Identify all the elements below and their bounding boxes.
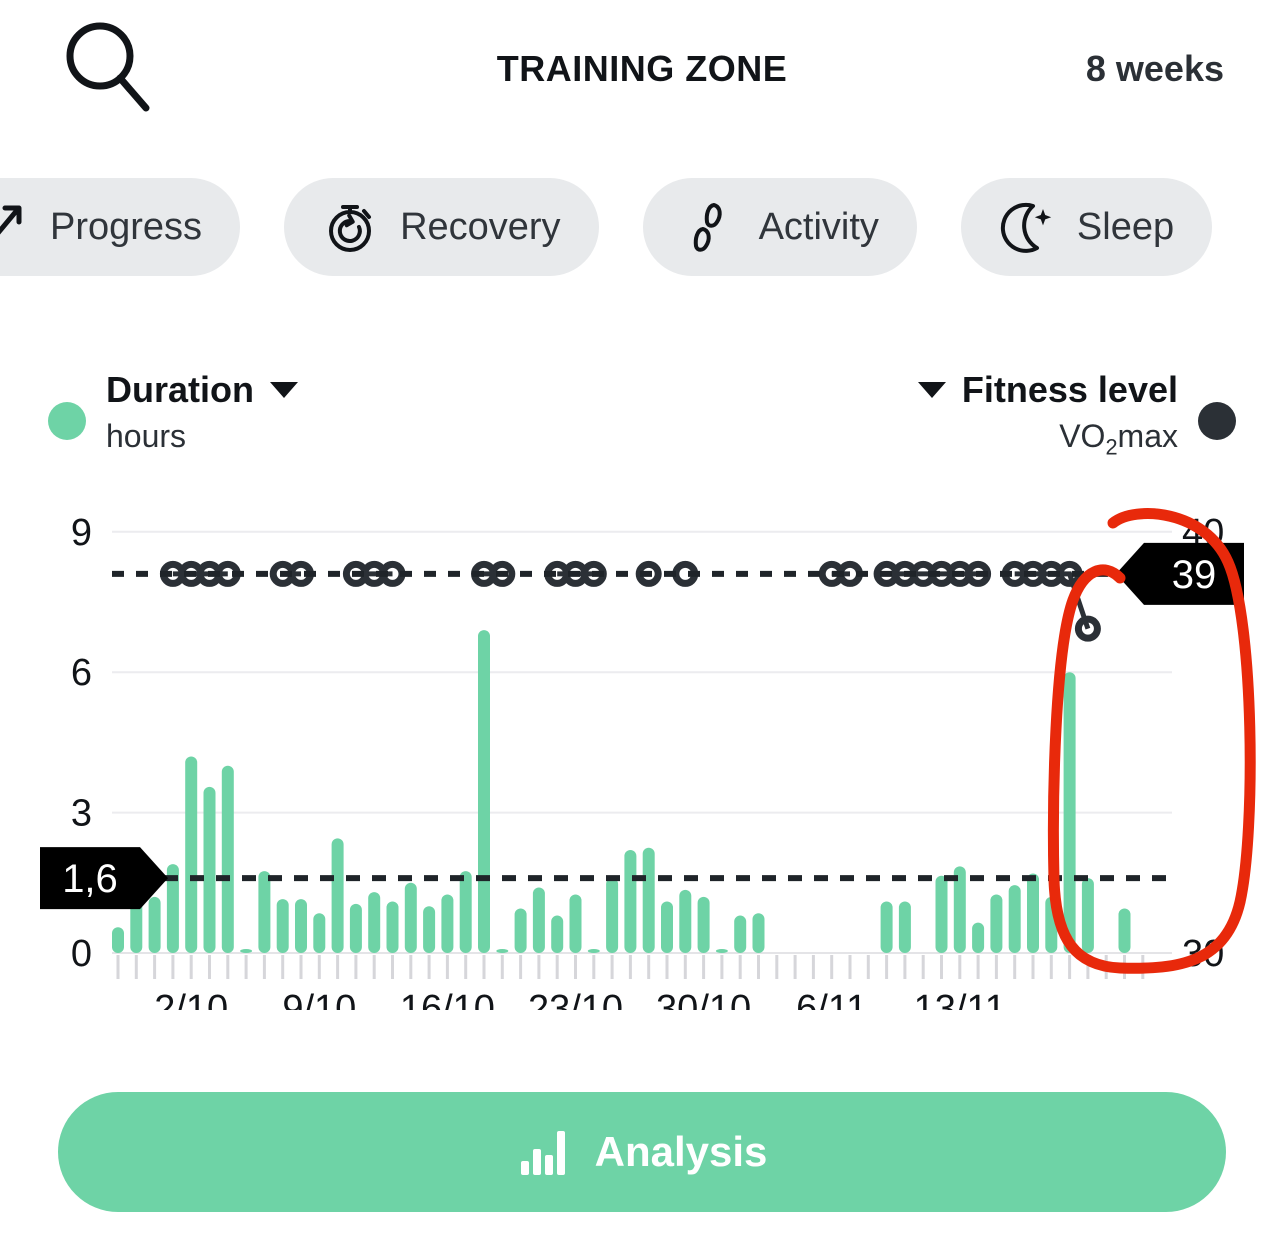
duration-bar[interactable] bbox=[295, 899, 307, 953]
legend-fitness-color-dot bbox=[1198, 402, 1236, 440]
duration-bar[interactable] bbox=[349, 903, 362, 953]
duration-bar[interactable] bbox=[972, 922, 985, 953]
duration-bar[interactable] bbox=[569, 894, 582, 954]
x-axis-tick-label: 30/10 bbox=[656, 988, 751, 1010]
duration-bar[interactable] bbox=[532, 887, 545, 953]
tab-recovery-label: Recovery bbox=[400, 205, 561, 248]
duration-bar[interactable] bbox=[606, 878, 619, 953]
duration-bar[interactable] bbox=[587, 949, 600, 953]
y-axis-left-tick: 3 bbox=[71, 793, 92, 835]
duration-bar[interactable] bbox=[514, 908, 527, 953]
svg-text:1,6: 1,6 bbox=[62, 857, 118, 901]
duration-bar[interactable] bbox=[185, 756, 198, 953]
tab-sleep[interactable]: Sleep bbox=[960, 178, 1213, 276]
x-axis-tick-label: 2/10 bbox=[154, 988, 228, 1010]
duration-bar[interactable] bbox=[404, 882, 417, 953]
duration-bar[interactable] bbox=[752, 913, 765, 953]
duration-bar[interactable] bbox=[935, 875, 948, 953]
legend-fitness-metric: Fitness level bbox=[961, 369, 1178, 410]
fitness-point-marker[interactable] bbox=[1074, 615, 1101, 642]
duration-bar[interactable] bbox=[642, 847, 655, 953]
legend-fitness-unit: VO2max bbox=[1059, 418, 1178, 460]
tab-progress[interactable]: Progress bbox=[0, 178, 241, 276]
x-axis-tick-label: 9/10 bbox=[282, 988, 356, 1010]
training-chart[interactable]: 0 3 6 9 30 40 1,6 39 2/10 9/10 16/10 23/10 30/10 6/11… bbox=[0, 500, 1284, 1010]
tab-recovery[interactable]: Recovery bbox=[284, 178, 599, 276]
y-axis-left-tick: 0 bbox=[71, 933, 92, 975]
duration-bar[interactable] bbox=[386, 901, 399, 953]
y-axis-left-tick: 9 bbox=[71, 512, 92, 554]
duration-bar[interactable] bbox=[368, 892, 381, 953]
duration-bar[interactable] bbox=[1118, 908, 1131, 953]
app-header: TRAINING ZONE 8 weeks bbox=[0, 0, 1284, 140]
duration-bar[interactable] bbox=[331, 838, 344, 953]
x-axis-tick-label: 6/11 bbox=[796, 988, 867, 1010]
duration-bar[interactable] bbox=[1081, 878, 1094, 953]
footsteps-icon bbox=[681, 199, 737, 255]
duration-bar[interactable] bbox=[1008, 885, 1021, 953]
legend-duration-metric: Duration bbox=[106, 369, 254, 410]
metric-tab-bar: Progress Recovery Activity Sleep bbox=[0, 178, 1213, 276]
trending-up-icon bbox=[0, 199, 28, 255]
duration-bar[interactable] bbox=[258, 871, 271, 953]
tab-activity-label: Activity bbox=[758, 205, 879, 248]
analysis-button-label: Analysis bbox=[594, 1128, 768, 1175]
duration-bar[interactable] bbox=[697, 896, 710, 953]
legend-duration-unit: hours bbox=[106, 418, 187, 454]
chevron-down-icon[interactable] bbox=[917, 382, 946, 398]
duration-bar[interactable] bbox=[679, 889, 692, 953]
tab-activity[interactable]: Activity bbox=[642, 178, 917, 276]
chart-canvas: 036930401,6392/10 9/10 16/10 23/10 30/10 6/11… bbox=[40, 508, 1256, 1010]
duration-bar[interactable] bbox=[459, 871, 472, 953]
duration-bar[interactable] bbox=[496, 949, 509, 953]
duration-bar[interactable] bbox=[551, 915, 564, 953]
duration-bar[interactable] bbox=[240, 949, 253, 953]
duration-average-badge: 1,6 bbox=[40, 847, 168, 910]
duration-bar[interactable] bbox=[880, 901, 893, 953]
y-axis-left-tick: 6 bbox=[71, 652, 92, 694]
duration-bar[interactable] bbox=[478, 630, 490, 953]
moon-star-icon bbox=[999, 199, 1055, 255]
chevron-down-icon[interactable] bbox=[270, 382, 298, 398]
duration-bar[interactable] bbox=[276, 899, 289, 953]
duration-bar[interactable] bbox=[313, 913, 326, 953]
duration-bar[interactable] bbox=[715, 949, 728, 953]
x-axis-tick-label: 16/10 bbox=[400, 988, 495, 1010]
tab-sleep-label: Sleep bbox=[1076, 205, 1175, 248]
time-range-label[interactable]: 8 weeks bbox=[1086, 48, 1224, 90]
duration-bar[interactable] bbox=[112, 927, 124, 953]
stopwatch-icon bbox=[322, 199, 378, 255]
duration-bar[interactable] bbox=[423, 906, 436, 953]
duration-bar[interactable] bbox=[734, 915, 747, 953]
duration-bar[interactable] bbox=[661, 901, 673, 953]
duration-bar[interactable] bbox=[1063, 672, 1076, 953]
tab-progress-label: Progress bbox=[50, 205, 203, 248]
duration-bar[interactable] bbox=[221, 765, 234, 953]
duration-bar[interactable] bbox=[148, 896, 161, 953]
x-axis-tick-label: 23/10 bbox=[528, 988, 623, 1010]
legend-fitness[interactable]: Fitness level VO2max bbox=[917, 368, 1236, 471]
legend-duration[interactable]: Duration hours bbox=[48, 368, 298, 460]
svg-text:39: 39 bbox=[1172, 553, 1217, 597]
duration-bar[interactable] bbox=[898, 901, 911, 953]
x-axis-tick-label: 13/11 bbox=[914, 988, 1006, 1010]
analysis-button[interactable]: Analysis bbox=[58, 1092, 1226, 1212]
chart-legend: Duration hours Fitness level VO2max bbox=[0, 368, 1284, 478]
duration-bar[interactable] bbox=[990, 894, 1003, 954]
duration-bar[interactable] bbox=[203, 786, 216, 953]
legend-duration-color-dot bbox=[48, 402, 86, 440]
duration-bar[interactable] bbox=[441, 894, 454, 954]
duration-bar[interactable] bbox=[1027, 873, 1039, 953]
bar-chart-icon bbox=[517, 1125, 569, 1180]
duration-bar[interactable] bbox=[624, 850, 637, 953]
